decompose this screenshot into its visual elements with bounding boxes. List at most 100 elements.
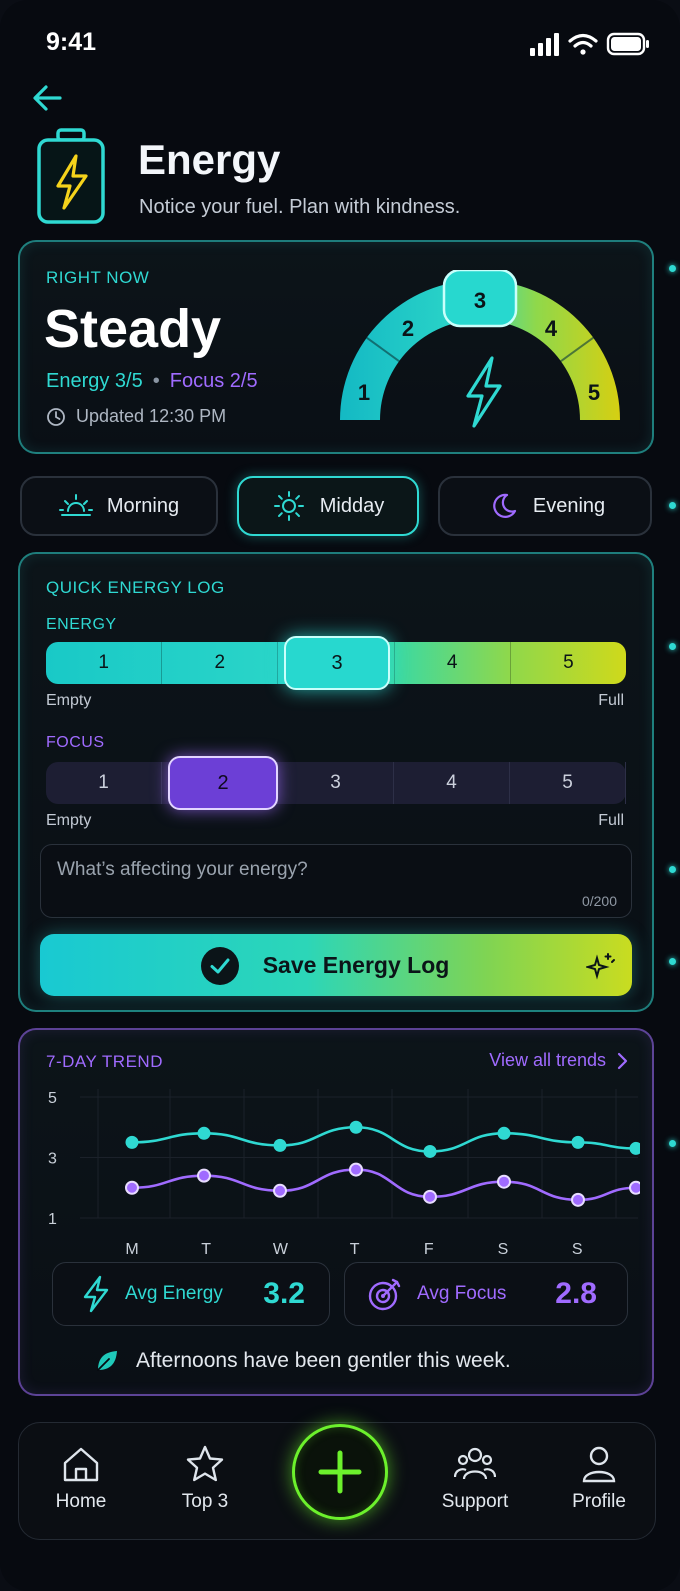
y-tick-label: 1 [48,1211,57,1228]
avg-focus-value: 2.8 [555,1277,597,1310]
energy-min-label: Empty [46,692,92,709]
back-arrow-icon[interactable] [30,80,66,116]
focus-point [423,1189,437,1204]
energy-max-label: Full [598,692,624,709]
focus-point [629,1180,640,1195]
quick-energy-log-card: QUICK ENERGY LOG ENERGY 1 2 4 5 3 Empty … [18,552,654,1012]
separator-dot: • [152,370,160,392]
energy-point [423,1144,437,1158]
tab-midday-label: Midday [319,494,385,517]
gauge-level-5: 5 [588,380,600,405]
focus-level-4[interactable]: 4 [394,762,510,804]
nav-top-3-label: Top 3 [181,1491,229,1512]
x-tick-label: T [201,1241,211,1258]
x-tick-label: S [572,1241,583,1258]
focus-max-label: Full [598,812,624,829]
tab-evening-label: Evening [532,494,606,517]
right-now-card: RIGHT NOW Steady Energy 3/5 • Focus 2/5 Up… [18,240,654,454]
energy-level-4[interactable]: 4 [395,642,511,684]
tab-morning-label: Morning [106,494,180,517]
gauge-level-3: 3 [474,288,486,313]
nav-profile[interactable]: Profile [549,1443,649,1513]
nav-top-3[interactable]: Top 3 [155,1443,255,1513]
edge-dot [669,502,676,509]
right-now-label: RIGHT NOW [46,268,150,287]
energy-selected-level[interactable]: 3 [284,636,390,690]
battery-bolt-icon [37,128,105,224]
view-all-trends-link[interactable]: View all trends [489,1050,628,1071]
energy-point [349,1120,363,1134]
chevron-right-icon [617,1052,628,1069]
focus-selected-level[interactable]: 2 [168,756,278,810]
star-icon [186,1445,224,1482]
energy-point [273,1138,287,1152]
user-icon [582,1446,616,1483]
plus-icon [318,1450,362,1494]
energy-scale-label: ENERGY [46,616,117,633]
energy-score: Energy 3/5 [46,370,143,392]
focus-level-3[interactable]: 3 [278,762,394,804]
x-tick-label: F [424,1241,434,1258]
moon-icon [493,493,516,518]
x-tick-label: M [125,1241,138,1258]
focus-level-1[interactable]: 1 [46,762,162,804]
tab-midday[interactable]: Midday [237,476,419,536]
energy-point [125,1135,139,1149]
status-bar: 9:41 [0,0,680,88]
sunrise-icon [58,494,93,516]
gauge-level-2: 2 [402,316,414,341]
focus-scale: 1 3 4 5 [46,762,626,804]
energy-level-2[interactable]: 2 [162,642,279,684]
focus-min-label: Empty [46,812,92,829]
focus-point [571,1192,585,1207]
focus-scale-label: FOCUS [46,734,105,751]
avg-energy-label: Avg Energy [125,1283,223,1304]
insight-text: Afternoons have been gentler this week. [136,1349,511,1372]
gauge-level-4: 4 [545,316,558,341]
sparkle-icon [586,953,615,980]
nav-support-label: Support [441,1491,509,1512]
y-tick-label: 3 [48,1151,57,1168]
sun-icon [273,491,304,521]
x-tick-label: W [273,1241,289,1258]
tab-evening[interactable]: Evening [438,476,652,536]
x-tick-label: T [350,1241,360,1258]
energy-point [497,1126,511,1140]
edge-dot [669,958,676,965]
energy-level-5[interactable]: 5 [511,642,626,684]
focus-level-5[interactable]: 5 [510,762,626,804]
nav-home-label: Home [55,1491,107,1512]
nav-home[interactable]: Home [31,1443,131,1513]
energy-gauge: 3 1 2 4 5 [340,270,620,428]
leaf-icon [97,1351,117,1371]
energy-point [629,1141,640,1155]
page-subtitle: Notice your fuel. Plan with kindness. [139,196,461,218]
lightning-icon [83,1275,109,1313]
energy-note-input[interactable] [57,855,597,885]
avg-energy-value: 3.2 [263,1277,305,1310]
energy-screen: 9:41 Energy Notice your fuel. Plan with … [0,0,680,1591]
quick-log-title: QUICK ENERGY LOG [46,578,225,597]
avg-focus-label: Avg Focus [417,1283,507,1304]
tab-morning[interactable]: Morning [20,476,218,536]
edge-dot [669,265,676,272]
save-button-label: Save Energy Log [262,951,450,978]
status-icons [530,32,649,56]
updated-time: Updated 12:30 PM [46,406,226,427]
nav-support[interactable]: Support [425,1443,525,1513]
gauge-level-1: 1 [358,380,370,405]
energy-note-field[interactable]: 0/200 [40,844,632,918]
focus-point [125,1180,139,1195]
save-energy-log-button[interactable]: Save Energy Log [40,934,632,996]
updated-text: Updated 12:30 PM [76,406,227,426]
status-time: 9:41 [46,28,97,56]
signal-icon [530,33,559,56]
check-circle-icon [201,947,239,985]
view-all-trends-label: View all trends [489,1050,606,1070]
energy-level-1[interactable]: 1 [46,642,163,684]
add-log-button[interactable] [292,1424,388,1520]
edge-dot [669,643,676,650]
seven-day-trend-card: 7-DAY TREND View all trends 5 3 1 M T W T F S S A… [18,1028,654,1396]
wifi-icon [568,33,598,55]
energy-point [571,1135,585,1149]
